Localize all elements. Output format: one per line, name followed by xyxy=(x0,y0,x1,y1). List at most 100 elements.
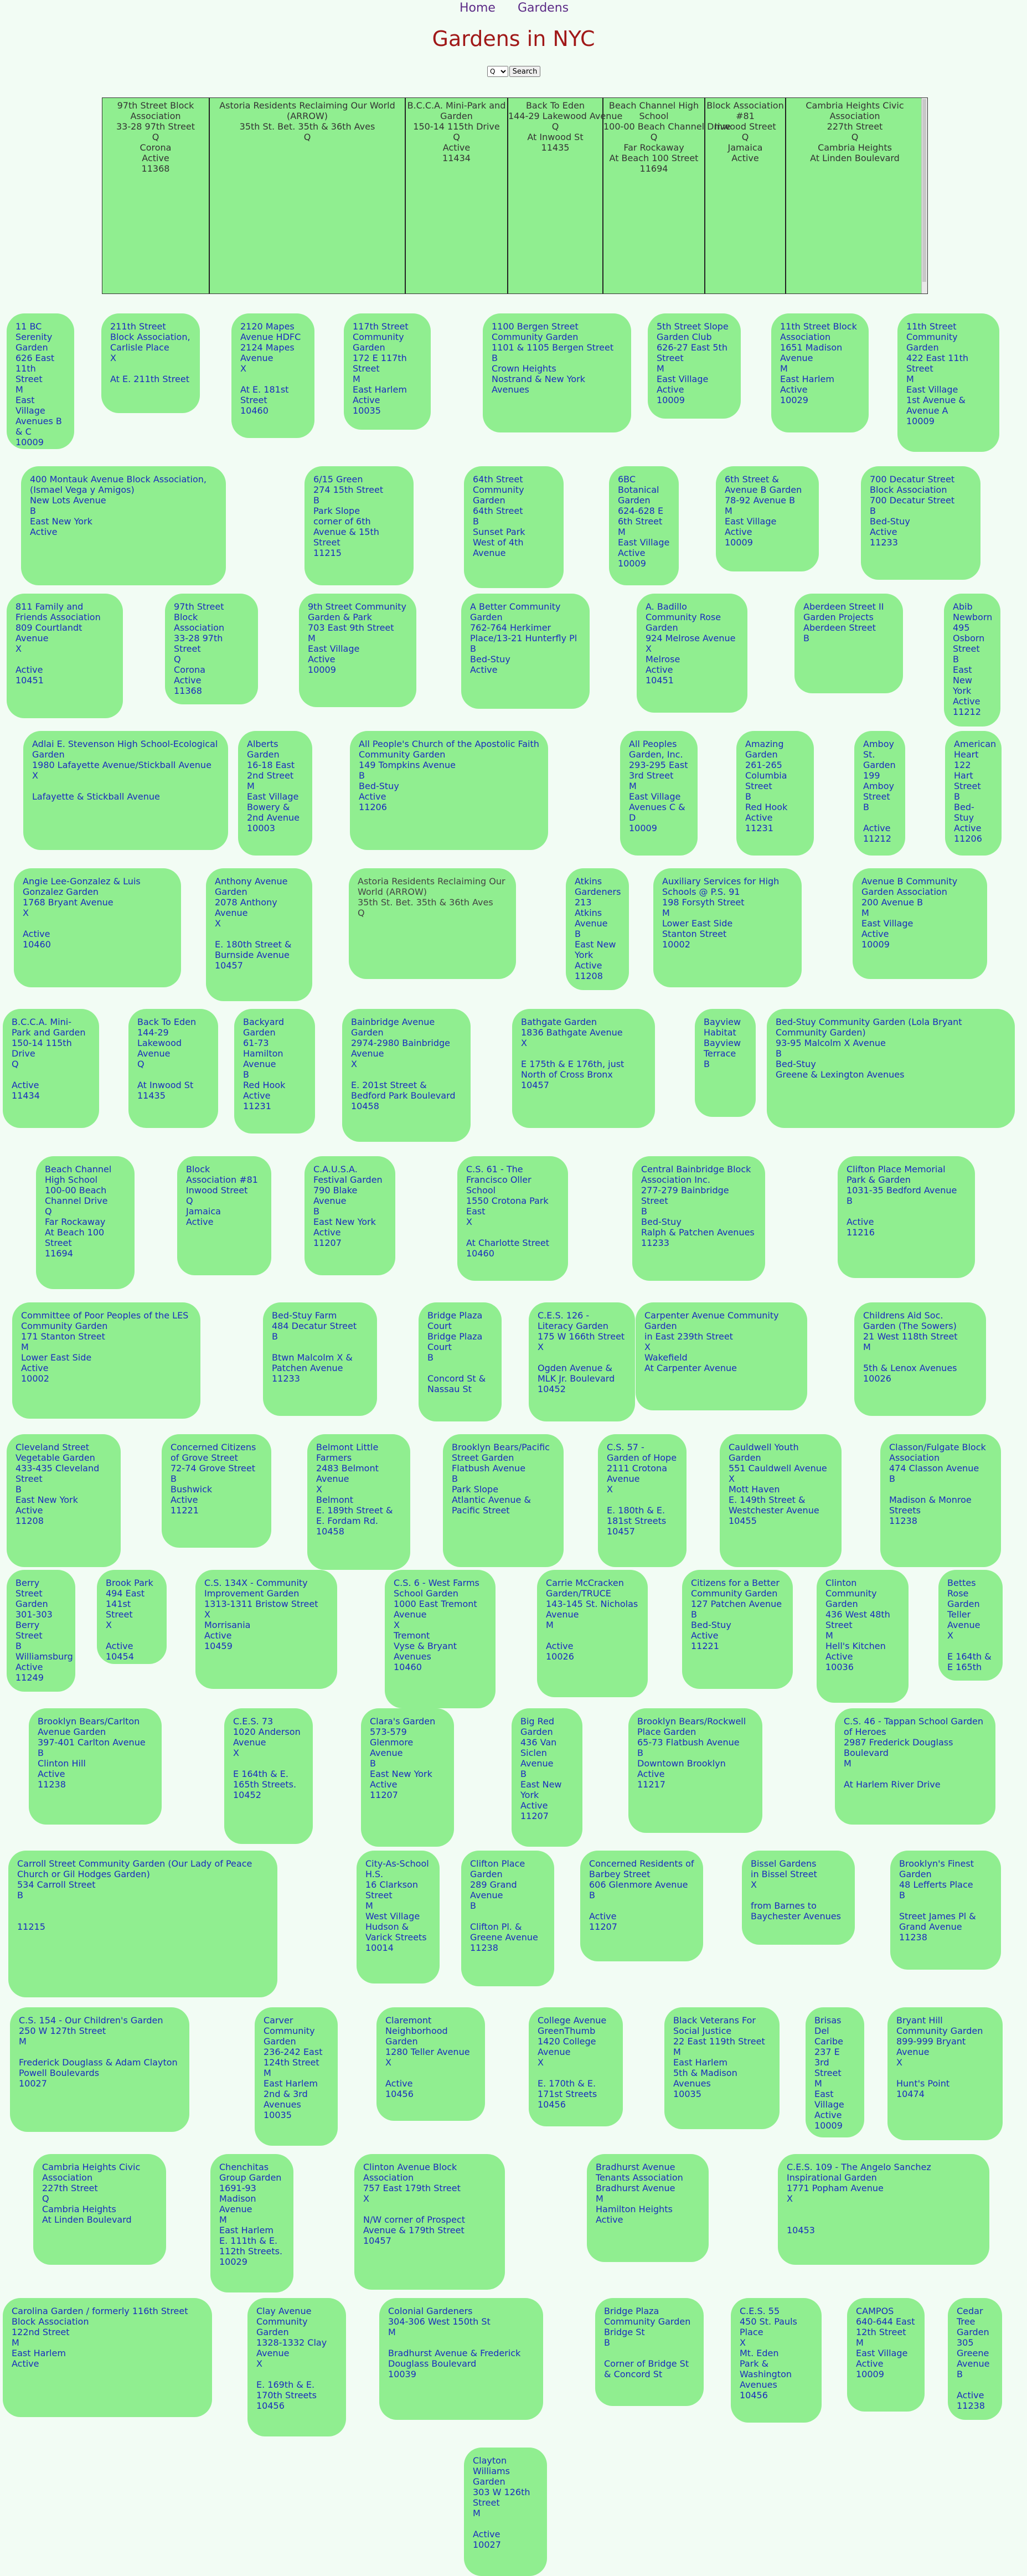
garden-card[interactable]: Carroll Street Community Garden (Our Lad… xyxy=(8,1851,277,1997)
garden-card[interactable]: Big Red Garden 436 Van Siclen Avenue B East… xyxy=(512,1708,582,1847)
garden-card[interactable]: 811 Family and Friends Association 809 Co… xyxy=(7,594,123,718)
garden-card[interactable]: Claremont Neighborhood Garden 1280 Teller… xyxy=(376,2007,485,2121)
garden-card[interactable]: Brooklyn Bears/Carlton Avenue Garden 397-… xyxy=(29,1708,162,1825)
garden-card[interactable]: C.E.S. 126 - Literacy Garden 175 W 166th … xyxy=(529,1302,635,1421)
garden-card[interactable]: All People's Church of the Apostolic Fai… xyxy=(350,731,548,850)
garden-card[interactable]: Bed-Stuy Community Garden (Lola Bryant C… xyxy=(767,1009,1015,1128)
garden-card[interactable]: Brooklyn's Finest Garden 48 Lefferts Plac… xyxy=(890,1851,1001,1970)
garden-card[interactable]: C.S. 154 - Our Children's Garden 250 W 12… xyxy=(10,2007,189,2132)
garden-card[interactable]: C.A.U.S.A. Festival Garden 790 Blake Aven… xyxy=(305,1156,395,1275)
garden-card[interactable]: 97th Street Block Association 33-28 97th … xyxy=(165,594,258,704)
nav-gardens-link[interactable]: Gardens xyxy=(518,1,569,15)
garden-card[interactable]: Concerned Citizens of Grove Street 72-74 … xyxy=(162,1434,271,1548)
garden-card[interactable]: Chenchitas Group Garden 1691-93 Madison A… xyxy=(210,2154,293,2292)
garden-card[interactable]: 700 Decatur Street Block Association 700 … xyxy=(861,466,980,580)
garden-card[interactable]: C.S. 6 - West Farms School Garden 1000 Ea… xyxy=(385,1570,496,1708)
garden-card[interactable]: C.S. 57 - Garden of Hope 2111 Crotona Ave… xyxy=(598,1434,687,1567)
garden-card[interactable]: Anthony Avenue Garden 2078 Anthony Avenue… xyxy=(206,868,312,1001)
garden-card[interactable]: 2120 Mapes Avenue HDFC 2124 Mapes Avenue X… xyxy=(231,313,314,438)
garden-card[interactable]: Brooklyn Bears/Pacific Street Garden Flat… xyxy=(443,1434,564,1567)
garden-card[interactable]: Adlai E. Stevenson High School-Ecologica… xyxy=(23,731,228,850)
garden-card[interactable]: Berry Street Garden 301-303 Berry Street B… xyxy=(7,1570,75,1692)
garden-card[interactable]: Clifton Place Garden 289 Grand Avenue B Cl… xyxy=(461,1851,554,1986)
garden-card[interactable]: Black Veterans For Social Justice 22 East… xyxy=(664,2007,780,2129)
garden-card[interactable]: A. Badillo Community Rose Garden 924 Melr… xyxy=(637,594,747,713)
garden-card[interactable]: Cedar Tree Garden 305 Greene Avenue B Acti… xyxy=(948,2298,1002,2420)
garden-card[interactable]: 400 Montauk Avenue Block Association, (I… xyxy=(21,466,226,585)
garden-card[interactable]: Clara's Garden 573-579 Glenmore Avenue B Ea… xyxy=(361,1708,454,1847)
garden-card[interactable]: C.S. 134X - Community Improvement Garden… xyxy=(195,1570,337,1689)
garden-card[interactable]: C.S. 46 - Tappan School Garden of Heroes… xyxy=(835,1708,995,1825)
garden-card[interactable]: Clinton Community Garden 436 West 48th St… xyxy=(817,1570,909,1703)
garden-card[interactable]: 5th Street Slope Garden Club 626-27 East … xyxy=(648,313,741,419)
search-button[interactable]: Search xyxy=(509,66,540,77)
garden-card[interactable]: 11 BC Serenity Garden 626 East 11th Stree… xyxy=(7,313,74,449)
garden-card[interactable]: Carpenter Avenue Community Garden in East… xyxy=(636,1302,807,1410)
garden-card[interactable]: Classon/Fulgate Block Association 474 Cla… xyxy=(880,1434,1001,1567)
garden-card[interactable]: Amboy St. Garden 199 Amboy Street B Active… xyxy=(854,731,905,856)
garden-card[interactable]: Atkins Gardeners 213 Atkins Avenue B East N… xyxy=(566,868,629,990)
garden-card[interactable]: 64th Street Community Garden 64th Street B… xyxy=(464,466,564,588)
garden-card[interactable]: Avenue B Community Garden Association 200… xyxy=(853,868,987,979)
garden-card[interactable]: Committee of Poor Peoples of the LES Com… xyxy=(12,1302,200,1419)
garden-card[interactable]: A Better Community Garden 762-764 Herkime… xyxy=(461,594,590,709)
garden-card[interactable]: Concerned Residents of Barbey Street 606 … xyxy=(580,1851,703,1961)
garden-card[interactable]: Clayton Williams Garden 303 W 126th Stree… xyxy=(464,2448,547,2576)
garden-card[interactable]: 6th Street & Avenue B Garden 78-92 Avenue… xyxy=(716,466,819,571)
garden-card[interactable]: Clay Avenue Community Garden 1328-1332 Cl… xyxy=(247,2298,346,2436)
garden-card[interactable]: Bed-Stuy Farm 484 Decatur Street B Btwn Ma… xyxy=(263,1302,377,1416)
garden-card[interactable]: Childrens Aid Soc. Garden (The Sowers) 21… xyxy=(854,1302,986,1416)
garden-card[interactable]: Bainbridge Avenue Garden 2974-2980 Bainbr… xyxy=(342,1009,471,1142)
garden-card[interactable]: C.E.S. 109 - The Angelo Sanchez Inspirat… xyxy=(778,2154,989,2265)
garden-card[interactable]: C.E.S. 55 450 St. Pauls Place X Mt. Eden Par… xyxy=(731,2298,822,2423)
garden-card[interactable]: Amazing Garden 261-265 Columbia Street B Re… xyxy=(736,731,814,856)
garden-card[interactable]: Brooklyn Bears/Rockwell Place Garden 65-7… xyxy=(628,1708,762,1833)
garden-card[interactable]: 9th Street Community Garden & Park 703 Ea… xyxy=(299,594,416,707)
nav-home-link[interactable]: Home xyxy=(460,1,496,15)
garden-card[interactable]: Cleveland Street Vegetable Garden 433-435… xyxy=(7,1434,121,1567)
garden-card[interactable]: Bettes Rose Garden Teller Avenue X E 164th… xyxy=(938,1570,1003,1681)
garden-card[interactable]: Auxiliary Services for High Schools @ P.… xyxy=(653,868,802,987)
garden-card[interactable]: 11th Street Block Association 1651 Madiso… xyxy=(771,313,869,432)
garden-card[interactable]: C.S. 61 - The Francisco Oller School 1550… xyxy=(457,1156,568,1281)
garden-card[interactable]: Abib Newborn 495 Osborn Street B East New Y… xyxy=(944,594,1000,727)
garden-card[interactable]: Bryant Hill Community Garden 899-999 Brya… xyxy=(887,2007,1003,2140)
garden-card[interactable]: Brook Park 494 East 141st Street X Active 1… xyxy=(97,1570,167,1664)
garden-card[interactable]: Back To Eden 144-29 Lakewood Avenue Q At I… xyxy=(128,1009,218,1128)
garden-card[interactable]: Bridge Plaza Court Bridge Plaza Court B Co… xyxy=(419,1302,502,1421)
garden-card[interactable]: 211th Street Block Association, Carlisle… xyxy=(101,313,200,413)
garden-card[interactable]: City-As-School H.S. 16 Clarkson Street M We… xyxy=(357,1851,440,1983)
garden-card[interactable]: C.E.S. 73 1020 Anderson Avenue X E 164th &… xyxy=(224,1708,313,1844)
garden-card[interactable]: 6BC Botanical Garden 624-628 E 6th Street… xyxy=(609,466,679,585)
garden-card[interactable]: Bridge Plaza Community Garden Bridge St B … xyxy=(595,2298,704,2406)
garden-card[interactable]: Citizens for a Better Community Garden 12… xyxy=(682,1570,793,1689)
garden-card[interactable]: Angie Lee-Gonzalez & Luis Gonzalez Garde… xyxy=(14,868,181,987)
garden-card[interactable]: CAMPOS 640-644 East 12th Street M East Vill… xyxy=(847,2298,925,2412)
garden-card[interactable]: Bradhurst Avenue Tenants Association Brad… xyxy=(587,2154,709,2262)
garden-card[interactable]: Aberdeen Street II Garden Projects Aberde… xyxy=(794,594,903,693)
garden-card[interactable]: Carver Community Garden 236-242 East 124t… xyxy=(255,2007,338,2146)
garden-card[interactable]: 117th Street Community Garden 172 E 117th… xyxy=(344,313,431,430)
garden-card[interactable]: Backyard Garden 61-73 Hamilton Avenue B Red… xyxy=(234,1009,315,1134)
garden-card[interactable]: Colonial Gardeners 304-306 West 150th St M… xyxy=(379,2298,543,2420)
garden-card[interactable]: Brisas Del Caribe 237 E 3rd Street M East V… xyxy=(806,2007,864,2137)
garden-card[interactable]: Bissel Gardens in Bissel Street X from Bar… xyxy=(742,1851,855,1945)
garden-card[interactable]: Bathgate Garden 1836 Bathgate Avenue X E 1… xyxy=(512,1009,655,1128)
borough-select[interactable]: Q xyxy=(487,66,508,77)
garden-card[interactable]: Alberts Garden 16-18 East 2nd Street M East… xyxy=(238,731,312,856)
garden-card[interactable]: Clifton Place Memorial Park & Garden 1031… xyxy=(838,1156,975,1278)
garden-card[interactable]: Clinton Avenue Block Association 757 East… xyxy=(354,2154,505,2290)
garden-card[interactable]: Cauldwell Youth Garden 551 Cauldwell Aven… xyxy=(720,1434,842,1567)
garden-card[interactable]: Cambria Heights Civic Association 227th S… xyxy=(33,2154,166,2265)
garden-card[interactable]: 6/15 Green 274 15th Street B Park Slope corn… xyxy=(305,466,414,585)
garden-card[interactable]: Beach Channel High School 100-00 Beach Ch… xyxy=(36,1156,135,1289)
garden-card[interactable]: American Heart 122 Hart Street B Bed-Stuy Ac… xyxy=(945,731,1002,856)
garden-card[interactable]: Central Bainbridge Block Association Inc… xyxy=(632,1156,765,1281)
garden-card[interactable]: All Peoples Garden, Inc. 293-295 East 3rd… xyxy=(620,731,698,856)
garden-card[interactable]: College Avenue GreenThumb 1420 College Av… xyxy=(529,2007,623,2126)
garden-card[interactable]: Carolina Garden / formerly 116th Street … xyxy=(3,2298,212,2417)
garden-card[interactable]: Belmont Little Farmers 2483 Belmont Avenu… xyxy=(307,1434,410,1570)
garden-card[interactable]: Astoria Residents Reclaiming Our World (… xyxy=(349,868,516,979)
garden-card[interactable]: B.C.C.A. Mini-Park and Garden 150-14 115t… xyxy=(3,1009,99,1128)
garden-card[interactable]: 1100 Bergen Street Community Garden 1101 … xyxy=(483,313,631,432)
